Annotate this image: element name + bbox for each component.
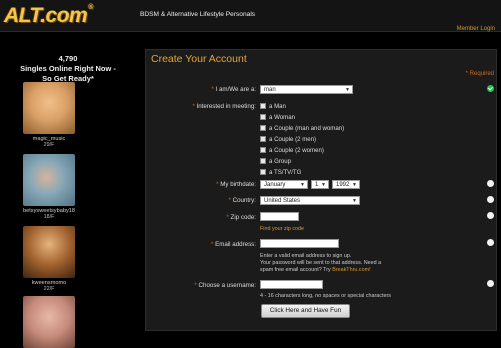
- interest-option[interactable]: a Couple (2 men): [260, 136, 316, 143]
- interested-label-text: Interested in meeting:: [196, 103, 256, 110]
- country-value: United States: [264, 198, 301, 204]
- site-logo[interactable]: ALT.com®: [4, 4, 93, 28]
- zip-help-link[interactable]: Find your zip code: [260, 226, 304, 233]
- email-help-line2: Your password will be sent to that addre…: [260, 260, 382, 266]
- username-label-text: Choose a username:: [198, 282, 256, 289]
- member-login-link[interactable]: Member Login: [457, 26, 495, 32]
- interest-option-label: a Couple (man and woman): [269, 125, 345, 132]
- birth-year-select[interactable]: 1992 ▼: [332, 180, 360, 189]
- birth-day-value: 1: [315, 182, 319, 188]
- online-text-line1: Singles Online Right Now -: [20, 64, 116, 73]
- profile-meta: 29/F: [43, 142, 55, 148]
- interest-option[interactable]: a TS/TV/TG: [260, 169, 301, 176]
- chevron-down-icon: ▼: [345, 87, 350, 93]
- birth-month-value: January: [264, 182, 286, 188]
- checkbox[interactable]: [260, 103, 266, 110]
- zip-input[interactable]: [260, 212, 299, 221]
- breakthru-link[interactable]: BreakThru.com!: [332, 267, 370, 273]
- required-note: * Required: [465, 71, 494, 77]
- status-dot-icon: [487, 280, 494, 287]
- zip-label: * Zip code:: [226, 214, 256, 221]
- chevron-down-icon: ▼: [352, 198, 357, 204]
- status-dot-icon: [487, 180, 494, 187]
- interest-option[interactable]: a Couple (man and woman): [260, 125, 344, 132]
- interest-option-label: a Couple (2 men): [269, 136, 317, 143]
- iam-value: man: [264, 87, 276, 93]
- interest-option[interactable]: a Woman: [260, 114, 295, 121]
- interest-option-label: a Man: [269, 103, 286, 110]
- country-label-text: Country:: [232, 197, 256, 204]
- checkbox[interactable]: [260, 125, 266, 132]
- profile-card[interactable]: kweensmomo 22/F: [23, 226, 75, 292]
- iam-label: * I am/We are a:: [211, 86, 256, 93]
- profile-meta: 18/F: [43, 214, 55, 220]
- header-bar: ALT.com® BDSM & Alternative Lifestyle Pe…: [0, 0, 501, 32]
- valid-check-icon: [487, 85, 494, 92]
- email-field[interactable]: [260, 239, 339, 248]
- interest-option[interactable]: a Man: [260, 103, 286, 110]
- interest-option-label: a TS/TV/TG: [269, 169, 302, 176]
- chevron-down-icon: ▼: [321, 182, 326, 188]
- birth-year-value: 1992: [336, 182, 350, 188]
- profile-photo[interactable]: [23, 296, 75, 348]
- profile-card[interactable]: magic_music 29/F: [23, 82, 75, 148]
- interest-option[interactable]: a Couple (2 women): [260, 147, 324, 154]
- online-sidebar: 4,790 Singles Online Right Now - So Get …: [0, 32, 136, 348]
- country-select[interactable]: United States ▼: [260, 196, 360, 205]
- submit-button[interactable]: Click Here and Have Fun: [261, 304, 350, 318]
- iam-select[interactable]: man ▼: [260, 85, 353, 94]
- chevron-down-icon: ▼: [352, 182, 357, 188]
- profile-card[interactable]: [23, 296, 75, 348]
- chevron-down-icon: ▼: [300, 182, 305, 188]
- logo-registered-mark: ®: [88, 4, 93, 11]
- birth-day-select[interactable]: 1 ▼: [311, 180, 329, 189]
- email-help-line3: spam free email account? Try BreakThru.c…: [260, 267, 371, 274]
- zip-label-text: Zip code:: [230, 214, 256, 221]
- checkbox[interactable]: [260, 136, 266, 143]
- signup-main: Create Your Account * Required * I am/We…: [138, 42, 501, 331]
- username-field[interactable]: [260, 280, 323, 289]
- birthdate-label: * My birthdate:: [216, 181, 256, 188]
- profile-photo[interactable]: [23, 82, 75, 134]
- checkbox[interactable]: [260, 147, 266, 154]
- profile-meta: 22/F: [43, 286, 55, 292]
- birth-month-select[interactable]: January ▼: [260, 180, 308, 189]
- status-dot-icon: [487, 196, 494, 203]
- interest-option[interactable]: a Group: [260, 158, 291, 165]
- checkbox[interactable]: [260, 158, 266, 165]
- status-dot-icon: [487, 239, 494, 246]
- interest-option-label: a Couple (2 women): [269, 147, 324, 154]
- email-help-line3-text: spam free email account? Try: [260, 267, 333, 273]
- profile-photo[interactable]: [23, 226, 75, 278]
- username-label: * Choose a username:: [194, 282, 256, 289]
- profile-photo[interactable]: [23, 154, 75, 206]
- country-label: * Country:: [228, 197, 256, 204]
- checkbox[interactable]: [260, 169, 266, 176]
- page-title: Create Your Account: [151, 53, 247, 65]
- interest-option-label: a Woman: [269, 114, 295, 121]
- logo-text: ALT.com: [4, 4, 88, 27]
- email-help-line1: Enter a valid email address to sign up.: [260, 253, 352, 259]
- birthdate-label-text: My birthdate:: [220, 181, 256, 188]
- online-count: 4,790: [58, 54, 78, 63]
- email-label: * Email address:: [210, 241, 256, 248]
- email-label-text: Email address:: [215, 241, 256, 248]
- profile-card[interactable]: betsysweetsybaby18 18/F: [23, 154, 75, 220]
- iam-label-text: I am/We are a:: [215, 86, 256, 93]
- status-dot-icon: [487, 212, 494, 219]
- interested-label: * Interested in meeting:: [192, 103, 256, 110]
- checkbox[interactable]: [260, 114, 266, 121]
- username-help: 4 - 16 characters long, no spaces or spe…: [260, 293, 391, 299]
- site-tagline: BDSM & Alternative Lifestyle Personals: [140, 11, 256, 18]
- interest-option-label: a Group: [269, 158, 292, 165]
